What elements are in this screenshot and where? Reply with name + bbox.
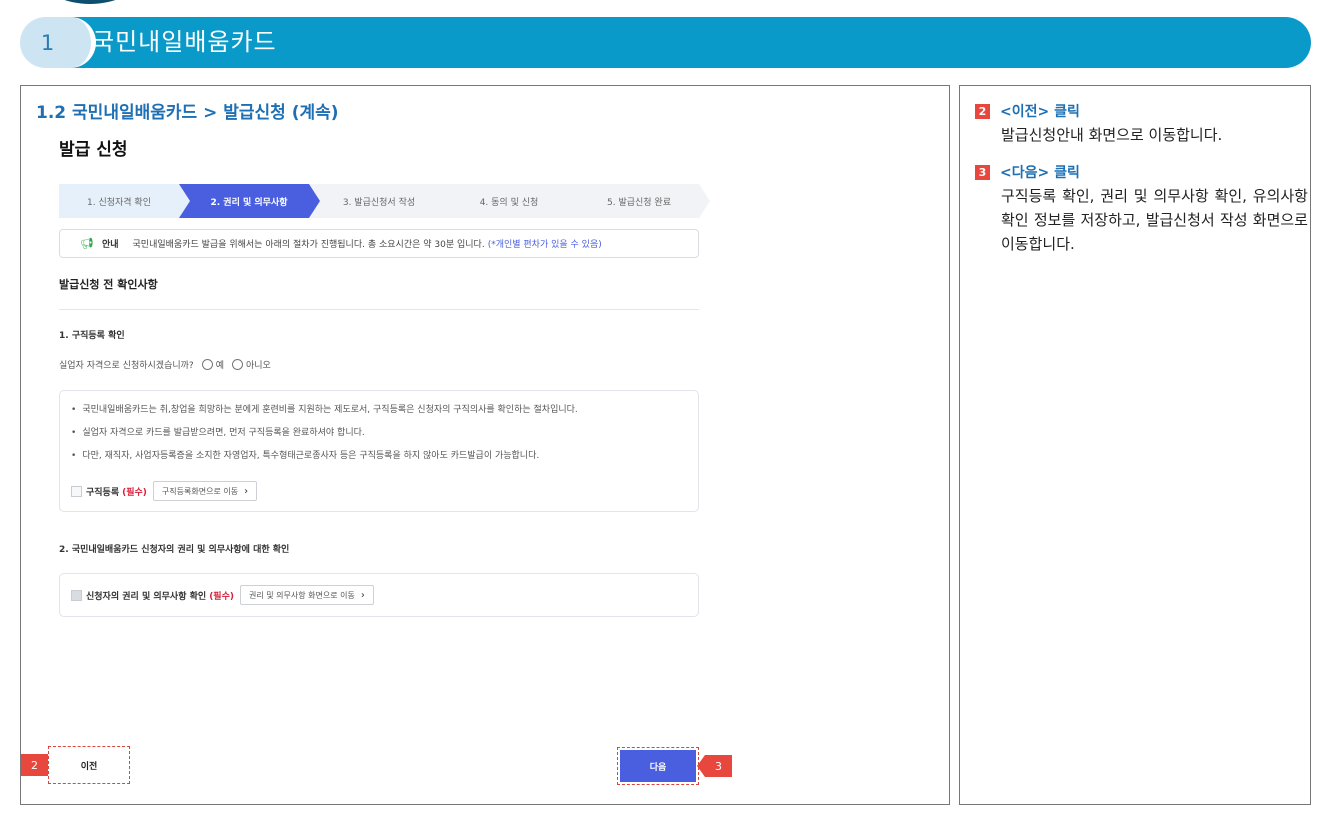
note-badge: 3 bbox=[975, 164, 990, 180]
job-registration-checkbox[interactable] bbox=[71, 485, 82, 497]
chapter-number: 1 bbox=[20, 17, 96, 68]
callout-2: 2 bbox=[21, 754, 56, 776]
notice-emphasis: (*개인별 편차가 있을 수 있음) bbox=[487, 240, 602, 250]
divider bbox=[59, 309, 699, 310]
note-title: <다음> 클릭 bbox=[1000, 165, 1080, 181]
note-prev: 2 <이전> 클릭 발급신청안내 화면으로 이동합니다. bbox=[975, 101, 1222, 147]
info-list: 국민내일배움카드는 취,창업을 희망하는 분에게 훈련비를 지원하는 제도로서,… bbox=[71, 405, 578, 474]
callout-3: 3 bbox=[697, 755, 732, 777]
step-3: 3. 발급신청서 작성 bbox=[309, 184, 450, 218]
next-button-label: 다음 bbox=[620, 750, 696, 782]
chapter-banner: 1 국민내일배움카드 bbox=[20, 17, 1311, 68]
note-title: <이전> 클릭 bbox=[1000, 104, 1080, 120]
rights-label: 신청자의 권리 및 의무사항 확인 bbox=[86, 591, 207, 602]
go-job-registration-label: 구직등록화면으로 이동 bbox=[161, 486, 239, 496]
go-rights-label: 권리 및 의무사항 화면으로 이동 bbox=[248, 590, 355, 600]
job-registration-check-row: 구직등록 (필수) 구직등록화면으로 이동 › bbox=[71, 481, 258, 501]
notes-panel: 2 <이전> 클릭 발급신청안내 화면으로 이동합니다. 3 <다음> 클릭 구… bbox=[959, 85, 1311, 805]
progress-stepper: 1. 신청자격 확인 2. 권리 및 의무사항 3. 발급신청서 작성 4. 동… bbox=[59, 184, 710, 218]
note-heading: 3 <다음> 클릭 bbox=[975, 162, 1308, 182]
next-button[interactable]: 다음 bbox=[617, 747, 699, 785]
rights-check-row: 신청자의 권리 및 의무사항 확인 (필수) 권리 및 의무사항 화면으로 이동… bbox=[71, 585, 374, 605]
notice-label: 안내 bbox=[101, 240, 119, 250]
list-item: 국민내일배움카드는 취,창업을 희망하는 분에게 훈련비를 지원하는 제도로서,… bbox=[71, 405, 577, 428]
chevron-right-icon: › bbox=[244, 485, 249, 497]
job-registration-label: 구직등록 bbox=[86, 487, 120, 498]
unemployed-question: 실업자 자격으로 신청하시겠습니까? 예 아니오 bbox=[59, 358, 271, 371]
rights-duties-box: 신청자의 권리 및 의무사항 확인 (필수) 권리 및 의무사항 화면으로 이동… bbox=[59, 573, 699, 617]
step-2-current: 2. 권리 및 의무사항 bbox=[179, 184, 320, 218]
note-next: 3 <다음> 클릭 구직등록 확인, 권리 및 의무사항 확인, 유의사항 확인… bbox=[975, 162, 1308, 256]
radio-yes[interactable] bbox=[201, 359, 213, 370]
sub-heading: 발급신청 전 확인사항 bbox=[59, 278, 158, 291]
notice-text: 국민내일배움카드 발급을 위해서는 아래의 절차가 진행됩니다. 총 소요시간은… bbox=[132, 240, 485, 250]
page-title: 발급 신청 bbox=[59, 140, 128, 160]
radio-yes-label: 예 bbox=[215, 361, 224, 371]
header-decoration bbox=[44, 0, 136, 4]
required-mark: (필수) bbox=[122, 487, 147, 498]
megaphone-icon: 📢︎ bbox=[80, 237, 94, 250]
required-mark: (필수) bbox=[209, 591, 234, 602]
chevron-right-icon: › bbox=[360, 589, 365, 601]
chapter-title: 국민내일배움카드 bbox=[92, 28, 277, 56]
rights-duties-title: 2. 국민내일배움카드 신청자의 권리 및 의무사항에 대한 확인 bbox=[59, 545, 290, 555]
step-4: 4. 동의 및 신청 bbox=[439, 184, 580, 218]
section-title: 1.2 국민내일배움카드 > 발급신청 (계속) bbox=[36, 103, 339, 123]
note-heading: 2 <이전> 클릭 bbox=[975, 101, 1222, 121]
note-body: 발급신청안내 화면으로 이동합니다. bbox=[1001, 126, 1223, 144]
radio-no-label: 아니오 bbox=[245, 361, 271, 371]
note-badge: 2 bbox=[975, 103, 990, 119]
prev-button[interactable]: 이전 bbox=[48, 746, 130, 784]
go-rights-button[interactable]: 권리 및 의무사항 화면으로 이동 › bbox=[239, 585, 374, 605]
step-5: 5. 발급신청 완료 bbox=[569, 184, 710, 218]
radio-no[interactable] bbox=[231, 359, 243, 370]
list-item: 다만, 재직자, 사업자등록증을 소지한 자영업자, 특수형태근로종사자 등은 … bbox=[71, 451, 578, 474]
step-1: 1. 신청자격 확인 bbox=[59, 184, 190, 218]
screen-panel: 1.2 국민내일배움카드 > 발급신청 (계속) 발급 신청 1. 신청자격 확… bbox=[20, 85, 950, 805]
question-text: 실업자 자격으로 신청하시겠습니까? bbox=[59, 361, 194, 371]
list-item: 실업자 자격으로 카드를 발급받으려면, 먼저 구직등록을 완료하셔야 합니다. bbox=[71, 428, 578, 451]
job-registration-info-box: 국민내일배움카드는 취,창업을 희망하는 분에게 훈련비를 지원하는 제도로서,… bbox=[59, 390, 699, 512]
job-registration-title: 1. 구직등록 확인 bbox=[59, 331, 125, 341]
rights-checkbox[interactable] bbox=[71, 589, 82, 601]
note-body: 구직등록 확인, 권리 및 의무사항 확인, 유의사항 확인 정보를 저장하고,… bbox=[1001, 187, 1308, 253]
notice-box: 📢︎ 안내 국민내일배움카드 발급을 위해서는 아래의 절차가 진행됩니다. 총… bbox=[59, 229, 699, 258]
go-job-registration-button[interactable]: 구직등록화면으로 이동 › bbox=[152, 481, 258, 501]
